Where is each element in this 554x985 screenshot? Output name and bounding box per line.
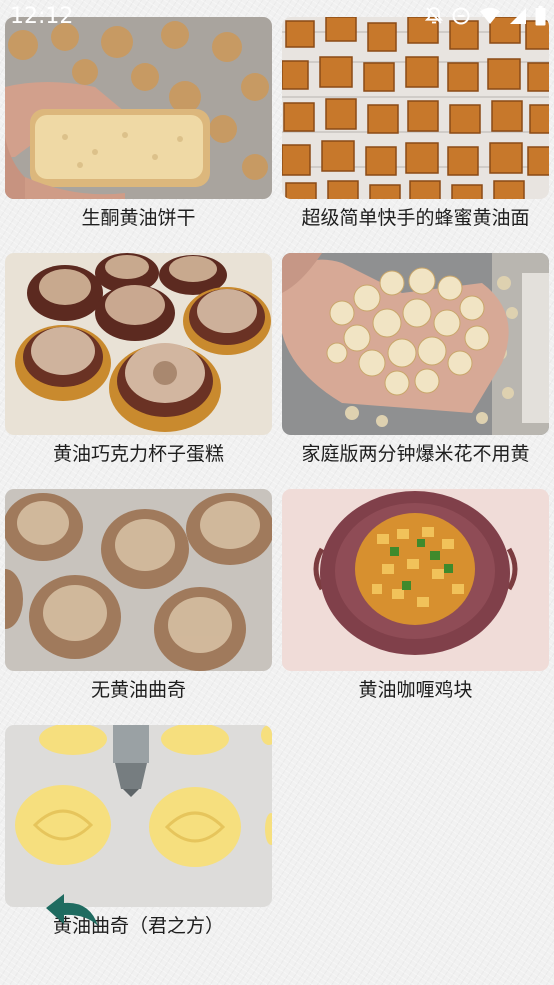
recipe-title: 黄油咖喱鸡块 <box>358 679 473 701</box>
status-icons <box>425 6 546 26</box>
wifi-icon <box>480 7 500 24</box>
recipe-card[interactable]: 黄油咖喱鸡块 <box>282 489 549 707</box>
recipe-card[interactable]: 黄油巧克力杯子蛋糕 <box>5 253 272 471</box>
signal-icon <box>510 8 526 24</box>
status-bar: 12:12 <box>0 0 554 34</box>
recipe-card[interactable]: 家庭版两分钟爆米花不用黄 <box>282 253 549 471</box>
butter-curry-chicken-photo <box>282 489 549 671</box>
keto-butter-biscuit-photo <box>5 17 272 199</box>
recipe-card[interactable]: 无黄油曲奇 <box>5 489 272 707</box>
battery-icon <box>535 6 546 26</box>
recipe-card[interactable]: 生酮黄油饼干 <box>5 17 272 235</box>
honey-butter-toast-cubes-photo <box>282 17 549 199</box>
back-arrow-icon[interactable] <box>44 890 102 930</box>
piped-butter-cookies-photo <box>5 725 272 907</box>
recipe-title: 生酮黄油饼干 <box>81 207 196 229</box>
recipe-title: 黄油巧克力杯子蛋糕 <box>52 443 224 465</box>
recipe-title: 无黄油曲奇 <box>90 679 186 701</box>
chocolate-cupcakes-photo <box>5 253 272 435</box>
popcorn-in-hand-photo <box>282 253 549 435</box>
butterless-cookies-photo <box>5 489 272 671</box>
notifications-off-icon <box>425 7 443 24</box>
recipe-grid: 生酮黄油饼干 超级简单快手的蜂蜜黄油面 黄油巧克力杯子蛋糕 家庭版两分钟爆米花不… <box>5 17 549 943</box>
status-time: 12:12 <box>10 4 74 29</box>
data-saver-icon <box>452 7 470 25</box>
recipe-title: 家庭版两分钟爆米花不用黄 <box>301 443 530 465</box>
recipe-card[interactable]: 超级简单快手的蜂蜜黄油面 <box>282 17 549 235</box>
recipe-title: 超级简单快手的蜂蜜黄油面 <box>301 207 530 229</box>
